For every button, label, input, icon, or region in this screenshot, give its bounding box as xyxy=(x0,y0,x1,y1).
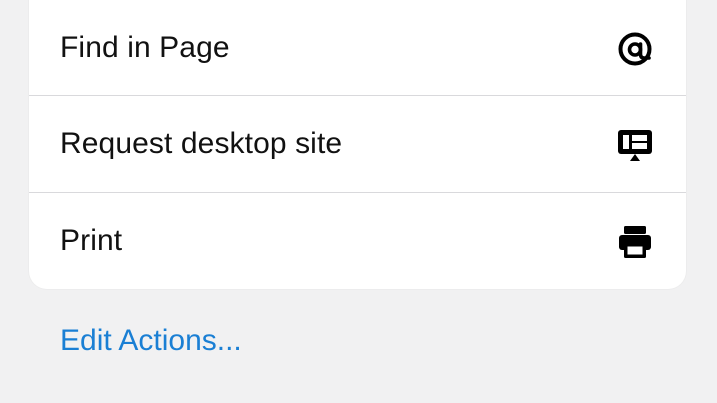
menu-item-label: Request desktop site xyxy=(60,127,343,160)
at-sign-icon xyxy=(618,32,652,66)
edit-actions-link[interactable]: Edit Actions... xyxy=(60,319,242,363)
desktop-monitor-icon xyxy=(618,130,652,161)
menu-item-request-desktop-site[interactable]: Request desktop site xyxy=(29,96,686,192)
printer-icon xyxy=(619,226,651,258)
menu-item-print[interactable]: Print xyxy=(29,193,686,289)
menu-item-label: Print xyxy=(60,224,123,257)
menu-item-label: Find in Page xyxy=(60,31,230,64)
menu-item-find-in-page[interactable]: Find in Page xyxy=(29,0,686,96)
actions-menu-card: Find in Page Request desktop site Print xyxy=(29,0,686,289)
